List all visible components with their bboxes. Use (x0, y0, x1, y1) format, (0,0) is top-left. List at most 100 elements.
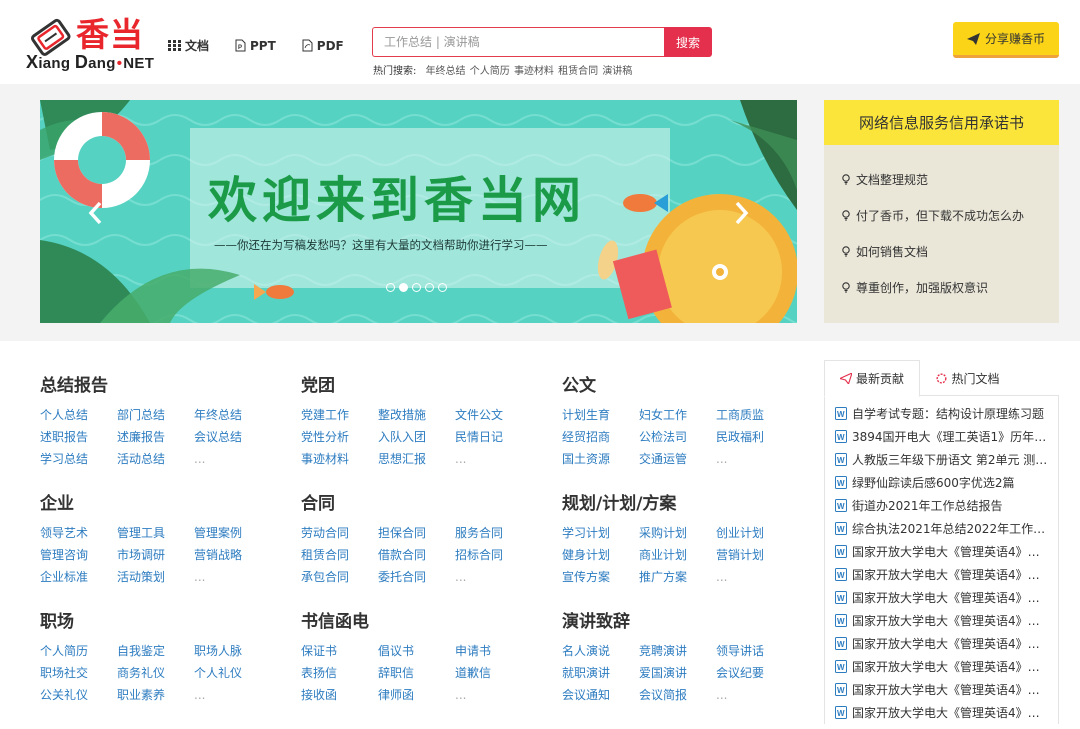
carousel-dot[interactable] (438, 283, 447, 292)
category-link[interactable]: 个人简历 (40, 642, 117, 660)
category-link[interactable]: 个人礼仪 (194, 664, 271, 682)
category-link[interactable]: 表扬信 (301, 664, 378, 682)
category-link[interactable]: 整改措施 (378, 406, 455, 424)
category-link[interactable]: 借款合同 (378, 546, 455, 564)
category-link[interactable]: 述职报告 (40, 428, 117, 446)
category-link[interactable]: 管理工具 (117, 524, 194, 542)
category-link[interactable]: 营销战略 (194, 546, 271, 564)
category-link[interactable]: 接收函 (301, 686, 378, 704)
category-link[interactable]: 个人总结 (40, 406, 117, 424)
category-link[interactable]: 年终总结 (194, 406, 271, 424)
hot-search-link[interactable]: 演讲稿 (602, 66, 632, 77)
doc-list-item[interactable]: W 国家开放大学电大《管理英语4》期末机考 (835, 609, 1058, 632)
category-link[interactable]: 爱国演讲 (639, 664, 716, 682)
category-link[interactable]: 保证书 (301, 642, 378, 660)
category-title[interactable]: 书信函电 (301, 611, 541, 633)
category-link[interactable]: 企业标准 (40, 568, 117, 586)
category-link[interactable]: 招标合同 (455, 546, 532, 564)
chevron-right-icon[interactable] (731, 200, 751, 226)
doc-list-item[interactable]: W 国家开放大学电大《管理英语4》期末机考 (835, 586, 1058, 609)
promise-item[interactable]: 尊重创作，加强版权意识 (842, 269, 1059, 305)
search-input[interactable] (372, 27, 664, 57)
hot-search-link[interactable]: 租赁合同 (558, 66, 598, 77)
doc-list-item[interactable]: W 国家开放大学电大《管理英语4》期末机考 (835, 655, 1058, 678)
category-link[interactable]: 市场调研 (117, 546, 194, 564)
doc-list-item[interactable]: W 国家开放大学电大《管理英语4》期末机考 (835, 701, 1058, 724)
category-title[interactable]: 党团 (301, 375, 541, 397)
carousel-dot-active[interactable] (399, 283, 408, 292)
category-link[interactable]: 健身计划 (562, 546, 639, 564)
category-link[interactable]: 领导讲话 (716, 642, 793, 660)
category-link[interactable]: 倡议书 (378, 642, 455, 660)
category-link[interactable]: 管理咨询 (40, 546, 117, 564)
doc-list-item[interactable]: W 综合执法2021年总结2022年工作计划 (835, 517, 1058, 540)
category-more-link[interactable]: ... (716, 450, 793, 468)
nav-doc[interactable]: 文档 (168, 37, 209, 54)
category-link[interactable]: 服务合同 (455, 524, 532, 542)
category-link[interactable]: 述廉报告 (117, 428, 194, 446)
doc-list-item[interactable]: W 自学考试专题：结构设计原理练习题 (835, 402, 1058, 425)
category-title[interactable]: 演讲致辞 (562, 611, 802, 633)
category-link[interactable]: 民情日记 (455, 428, 532, 446)
category-link[interactable]: 经贸招商 (562, 428, 639, 446)
category-link[interactable]: 计划生育 (562, 406, 639, 424)
doc-list-item[interactable]: W 国家开放大学电大《管理英语4》期末机考 (835, 678, 1058, 701)
category-link[interactable]: 思想汇报 (378, 450, 455, 468)
category-more-link[interactable]: ... (455, 686, 532, 704)
doc-list-item[interactable]: W 国家开放大学电大《管理英语4》期末机考 (835, 632, 1058, 655)
category-more-link[interactable]: ... (455, 450, 532, 468)
share-earn-button[interactable]: 分享赚香币 (953, 22, 1059, 58)
category-link[interactable]: 职场社交 (40, 664, 117, 682)
carousel-dot[interactable] (412, 283, 421, 292)
hot-search-link[interactable]: 事迹材料 (514, 66, 554, 77)
category-link[interactable]: 工商质监 (716, 406, 793, 424)
category-link[interactable]: 推广方案 (639, 568, 716, 586)
category-link[interactable]: 活动策划 (117, 568, 194, 586)
category-link[interactable]: 劳动合同 (301, 524, 378, 542)
category-link[interactable]: 营销计划 (716, 546, 793, 564)
doc-list-item[interactable]: W 人教版三年级下册语文 第2单元 测试卷 (835, 448, 1058, 471)
category-link[interactable]: 民政福利 (716, 428, 793, 446)
promise-item[interactable]: 如何销售文档 (842, 233, 1059, 269)
category-link[interactable]: 文件公文 (455, 406, 532, 424)
category-title[interactable]: 公文 (562, 375, 802, 397)
category-more-link[interactable]: ... (455, 568, 532, 586)
category-link[interactable]: 妇女工作 (639, 406, 716, 424)
promise-item[interactable]: 文档整理规范 (842, 161, 1059, 197)
nav-ppt[interactable]: P PPT (235, 37, 276, 54)
category-more-link[interactable]: ... (194, 450, 271, 468)
tab-latest[interactable]: 最新贡献 (824, 360, 920, 397)
site-logo[interactable]: 香当 Xiang Dang•NET (24, 14, 154, 73)
category-link[interactable]: 管理案例 (194, 524, 271, 542)
category-link[interactable]: 宣传方案 (562, 568, 639, 586)
hot-search-link[interactable]: 个人简历 (470, 66, 510, 77)
category-link[interactable]: 入队入团 (378, 428, 455, 446)
carousel-dot[interactable] (425, 283, 434, 292)
tab-hot[interactable]: 热门文档 (920, 360, 1016, 397)
chevron-left-icon[interactable] (86, 200, 106, 226)
category-more-link[interactable]: ... (716, 568, 793, 586)
category-title[interactable]: 职场 (40, 611, 280, 633)
category-title[interactable]: 规划/计划/方案 (562, 493, 802, 515)
doc-list-item[interactable]: W 国家开放大学电大《管理英语4》期末机考 (835, 563, 1058, 586)
category-link[interactable]: 承包合同 (301, 568, 378, 586)
category-link[interactable]: 活动总结 (117, 450, 194, 468)
hero-carousel[interactable]: 欢迎来到香当网 ——你还在为写稿发愁吗？这里有大量的文档帮助你进行学习—— (40, 100, 797, 323)
doc-list-item[interactable]: W 绿野仙踪读后感600字优选2篇 (835, 471, 1058, 494)
category-link[interactable]: 委托合同 (378, 568, 455, 586)
category-link[interactable]: 会议总结 (194, 428, 271, 446)
doc-list-item[interactable]: W 3894国开电大《理工英语1》历年期末考试题 (835, 425, 1058, 448)
category-link[interactable]: 辞职信 (378, 664, 455, 682)
promise-title[interactable]: 网络信息服务信用承诺书 (824, 100, 1059, 145)
category-link[interactable]: 交通运管 (639, 450, 716, 468)
category-link[interactable]: 领导艺术 (40, 524, 117, 542)
category-link[interactable]: 租赁合同 (301, 546, 378, 564)
category-link[interactable]: 党性分析 (301, 428, 378, 446)
category-link[interactable]: 竞聘演讲 (639, 642, 716, 660)
category-link[interactable]: 道歉信 (455, 664, 532, 682)
category-link[interactable]: 会议简报 (639, 686, 716, 704)
doc-list-item[interactable]: W 街道办2021年工作总结报告 (835, 494, 1058, 517)
hot-search-link[interactable]: 年终总结 (426, 66, 466, 77)
category-link[interactable]: 国土资源 (562, 450, 639, 468)
category-more-link[interactable]: ... (194, 568, 271, 586)
